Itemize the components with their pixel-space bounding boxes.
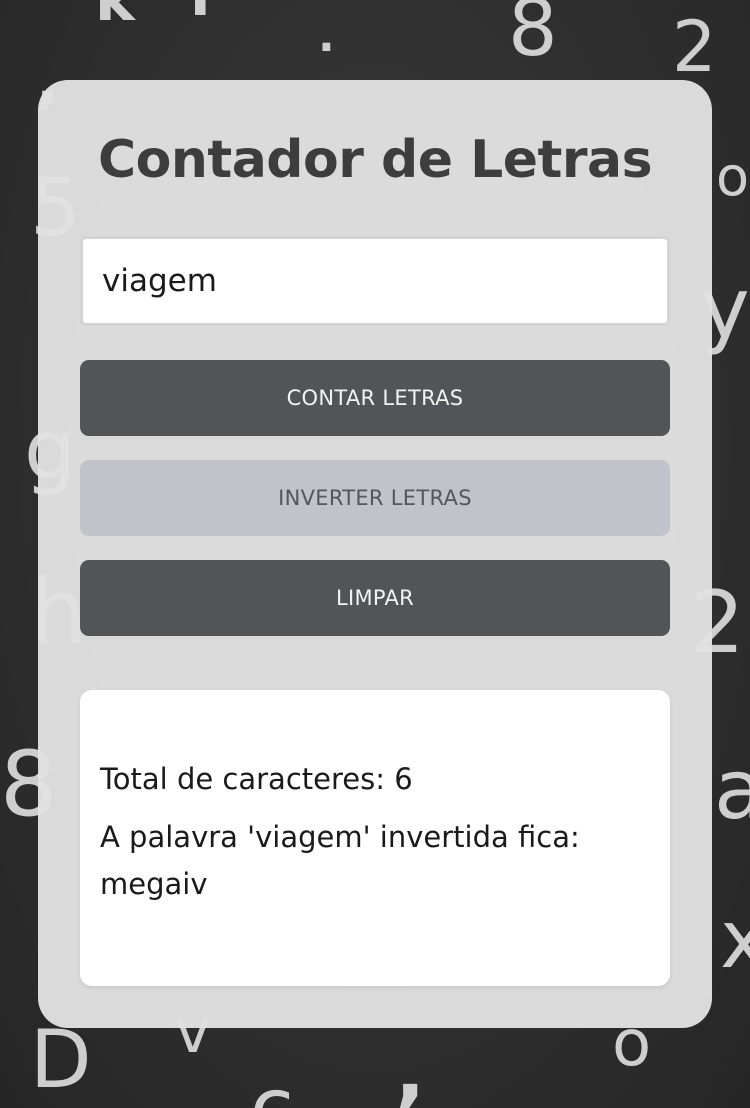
background-letter: o [716, 145, 750, 208]
reversed-word-text: A palavra 'viagem' invertida fica: megai… [100, 820, 580, 901]
background-letter: 2 [672, 6, 717, 88]
background-letter: . [318, 11, 335, 62]
background-letter: 8 [508, 0, 558, 74]
letter-counter-card: Contador de Letras CONTAR LETRAS INVERTE… [38, 80, 712, 1028]
result-panel: Total de caracteres: 6 A palavra 'viagem… [80, 690, 670, 986]
reverse-letters-button[interactable]: INVERTER LETRAS [80, 460, 670, 536]
clear-button[interactable]: LIMPAR [80, 560, 670, 636]
background-letter: , [395, 1025, 426, 1108]
background-letter: c [250, 1061, 294, 1108]
count-letters-button[interactable]: CONTAR LETRAS [80, 360, 670, 436]
page-title: Contador de Letras [97, 130, 653, 190]
background-letter: r [190, 0, 220, 25]
character-count-text: Total de caracteres: 6 [100, 762, 413, 796]
background-letter: x [720, 893, 750, 986]
background-letter: k [95, 0, 135, 35]
background-letter: D [30, 1013, 92, 1106]
background-letter: a [714, 743, 750, 838]
word-input[interactable] [80, 236, 670, 326]
